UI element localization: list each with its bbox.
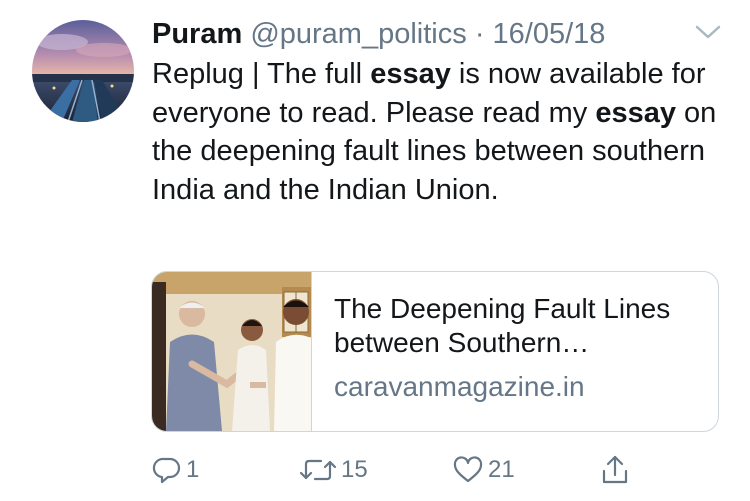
share-icon	[600, 454, 630, 486]
reply-button[interactable]: 1	[152, 448, 199, 492]
retweet-button[interactable]: 15	[299, 448, 368, 492]
card-image	[152, 272, 312, 431]
tweet-text: Replug | The full essay is now available…	[152, 55, 727, 209]
like-count: 21	[488, 456, 515, 483]
link-card[interactable]: The Deepening Fault Lines between Southe…	[151, 271, 719, 432]
reply-icon	[152, 456, 182, 484]
avatar-image	[32, 20, 134, 122]
card-domain: caravanmagazine.in	[334, 371, 585, 402]
tweet-date[interactable]: 16/05/18	[493, 18, 606, 50]
retweet-count: 15	[341, 456, 368, 483]
separator-dot: ·	[474, 18, 485, 50]
retweet-icon	[299, 456, 337, 484]
heart-icon	[452, 456, 484, 484]
reply-count: 1	[186, 456, 200, 483]
card-title: The Deepening Fault Lines between Southe…	[334, 293, 671, 358]
avatar[interactable]	[32, 20, 134, 122]
tweet-header: Puram @puram_politics · 16/05/18	[152, 16, 605, 52]
like-button[interactable]: 21	[452, 448, 515, 492]
user-handle[interactable]: @puram_politics	[250, 18, 466, 50]
share-button[interactable]	[600, 448, 630, 492]
text-part-bold: essay	[595, 96, 676, 129]
text-part-bold: essay	[370, 58, 451, 90]
chevron-down-icon[interactable]	[694, 22, 722, 42]
tweet-actions: 1 15 21	[0, 448, 750, 492]
text-part: Replug | The full	[152, 58, 371, 90]
display-name[interactable]: Puram	[152, 18, 242, 50]
